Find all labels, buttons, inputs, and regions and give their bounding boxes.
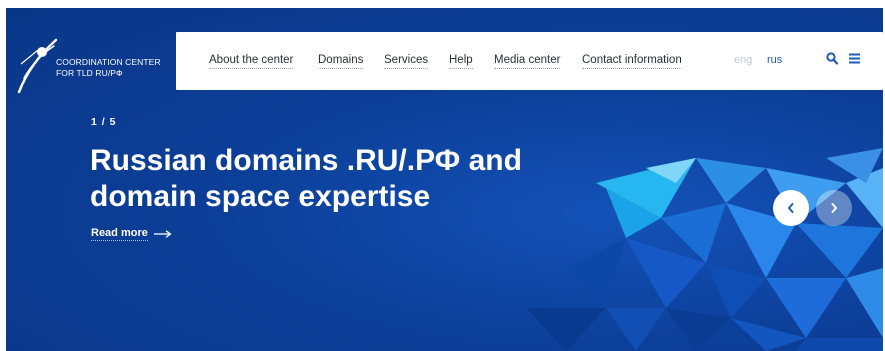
headline-line-1: Russian domains .RU/.РФ and bbox=[90, 144, 522, 177]
logo[interactable]: COORDINATION CENTER FOR TLD RU/РФ bbox=[16, 34, 176, 98]
read-more-label: Read more bbox=[91, 227, 148, 241]
top-navbar: About the center Domains Services Help M… bbox=[176, 32, 883, 90]
lang-rus[interactable]: rus bbox=[767, 54, 782, 66]
slider-next-button[interactable] bbox=[816, 190, 852, 226]
nav-services[interactable]: Services bbox=[384, 54, 429, 69]
slide-counter: 1 / 5 bbox=[91, 116, 117, 128]
read-more-link[interactable]: Read more bbox=[91, 227, 172, 241]
arrow-right-icon bbox=[153, 230, 172, 238]
nav-contact-information[interactable]: Contact information bbox=[582, 54, 682, 69]
lang-eng[interactable]: eng bbox=[734, 54, 752, 66]
chevron-right-icon bbox=[831, 203, 837, 213]
slide-headline: Russian domains .RU/.РФ and domain space… bbox=[90, 143, 610, 215]
nav-domains[interactable]: Domains bbox=[318, 54, 364, 69]
slider-prev-button[interactable] bbox=[773, 190, 809, 226]
nav-help[interactable]: Help bbox=[449, 54, 473, 69]
satellite-logo-icon bbox=[17, 38, 58, 94]
chevron-left-icon bbox=[788, 203, 794, 213]
hero-slider: COORDINATION CENTER FOR TLD RU/РФ About … bbox=[6, 8, 883, 351]
logo-line-1: COORDINATION CENTER bbox=[56, 57, 161, 67]
search-icon[interactable] bbox=[826, 52, 839, 71]
nav-about-the-center[interactable]: About the center bbox=[209, 54, 294, 69]
headline-line-2: domain space expertise bbox=[90, 180, 431, 213]
logo-line-2: FOR TLD RU/РФ bbox=[56, 68, 123, 78]
nav-media-center[interactable]: Media center bbox=[494, 54, 561, 69]
hamburger-menu-icon[interactable] bbox=[849, 52, 861, 71]
logo-text: COORDINATION CENTER FOR TLD RU/РФ bbox=[56, 57, 161, 79]
